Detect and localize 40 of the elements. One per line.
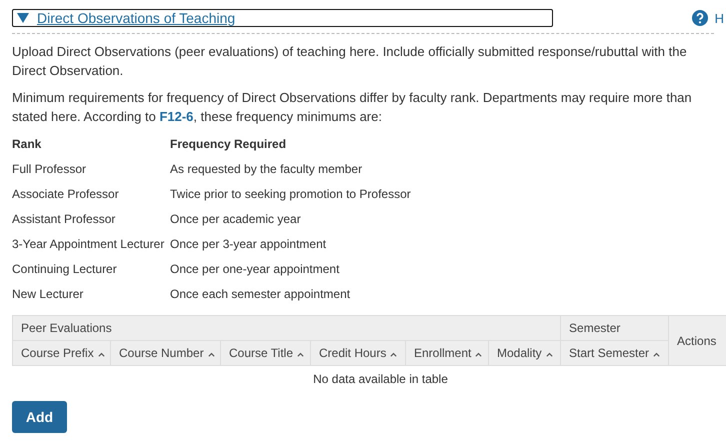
table-cell-text: Once each semester appointment <box>170 286 352 303</box>
sortable-column-header[interactable]: Enrollment <box>406 340 488 366</box>
sort-caret-icon <box>98 352 105 357</box>
sortable-column-header[interactable]: Course Number <box>110 340 220 366</box>
column-header: Actions <box>668 316 726 366</box>
group-header: Peer Evaluations <box>12 316 561 340</box>
table-cell-text: New Lecturer <box>12 286 84 303</box>
column-header: Frequency Required <box>170 136 288 153</box>
sort-caret-icon <box>390 352 398 357</box>
empty-message: No data available in table <box>313 372 448 386</box>
sort-caret-icon <box>546 352 553 357</box>
sortable-column-header[interactable]: Credit Hours <box>310 340 406 366</box>
help-link[interactable]: H <box>714 10 724 26</box>
section-header[interactable]: Direct Observations of Teaching <box>12 9 553 27</box>
table-cell-text: Associate Professor <box>12 186 120 203</box>
group-header: Semester <box>560 316 669 340</box>
help-icon[interactable] <box>692 10 708 26</box>
table-cell-text: As requested by the faculty member <box>170 161 364 178</box>
table-cell-text: Assistant Professor <box>12 211 116 228</box>
table-cell-text: Once per academic year <box>170 211 302 228</box>
sort-caret-icon <box>208 352 215 357</box>
requirements-text: Minimum requirements for frequency of Direct Observations differ by faculty rank. Departments may require more than stated here. According to F12-6, these frequency minimums are: <box>12 89 693 126</box>
column-header: Rank <box>12 136 42 153</box>
table-cell-text: 3-Year Appointment Lecturer <box>12 236 166 253</box>
policy-link[interactable]: F12-6 <box>159 109 194 124</box>
sortable-column-header[interactable]: Start Semester <box>560 340 669 366</box>
sortable-column-header[interactable]: Modality <box>488 340 561 366</box>
table-cell-text: Once per one-year appointment <box>170 261 340 278</box>
add-button[interactable]: Add <box>12 401 67 433</box>
table-cell-text: Once per 3-year appointment <box>170 236 328 253</box>
sort-caret-icon <box>475 352 482 357</box>
intro-text: Upload Direct Observations (peer evaluations) of teaching here. Include officially submitted response/rubuttal with the Direct Observation. <box>12 43 688 80</box>
table-cell-text: Continuing Lecturer <box>12 261 118 278</box>
sort-caret-icon <box>297 352 304 357</box>
sort-caret-icon <box>653 352 660 357</box>
sortable-column-header[interactable]: Course Prefix <box>12 340 110 366</box>
table-cell-text: Full Professor <box>12 161 88 178</box>
caret-icon <box>17 13 29 23</box>
sortable-column-header[interactable]: Course Title <box>220 340 310 366</box>
table-cell-text: Twice prior to seeking promotion to Professor <box>170 186 412 203</box>
